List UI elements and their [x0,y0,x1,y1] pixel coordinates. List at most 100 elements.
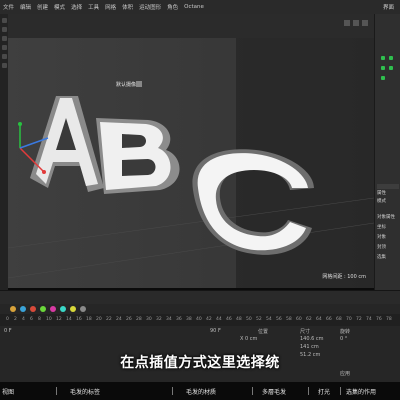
timeline-ticks[interactable]: 0 2 4 6 8 10 12 14 16 18 20 22 24 26 28 … [0,314,400,326]
rotate-tool-icon[interactable] [1,36,7,41]
viewport-toolbar [8,14,374,38]
camera-icon[interactable] [136,81,142,87]
tick-label: 28 [136,317,142,322]
tick-label: 78 [386,317,392,322]
render-dot-icon[interactable] [389,66,393,70]
grid-spacing-info: 网格间距 : 100 cm [322,274,366,280]
tag-icon[interactable] [50,306,56,312]
tick-label: 14 [66,317,72,322]
chapter-multilayer-hair[interactable]: 多層毛发 [262,387,286,396]
deform-icon[interactable] [60,306,66,312]
record-icon[interactable] [30,306,36,312]
timeline-bar[interactable] [0,290,400,305]
tick-label: 36 [176,317,182,322]
view-icon-1[interactable] [344,20,350,26]
x-position-field[interactable]: X 0 cm [240,336,257,342]
tick-label: 20 [96,317,102,322]
menu-item-octane[interactable]: Octane [181,4,207,10]
play-icon[interactable] [40,306,46,312]
motion-icon[interactable] [20,306,26,312]
menu-item-file[interactable]: 文件 [0,3,17,11]
menu-item-tools[interactable]: 工具 [85,3,102,11]
panel-label-selection[interactable]: 选集 [377,254,386,260]
menu-item-edit[interactable]: 编辑 [17,3,34,11]
view-icon-2[interactable] [353,20,359,26]
layout-label[interactable]: 界面 [383,3,400,11]
tick-label: 16 [76,317,82,322]
tick-label: 10 [46,317,52,322]
panel-label-mode[interactable]: 模式 [377,198,386,204]
scale-tool-icon[interactable] [1,27,7,32]
current-frame-field[interactable]: 0 F [4,328,12,334]
size-y-field[interactable]: 141 cm [300,344,319,350]
menu-item-mograph[interactable]: 运动图形 [136,3,164,11]
bottom-chapter-nav: 视图 毛发的标签 毛发的材质 多層毛发 打光 选集的作用 [0,382,400,400]
tick-label: 50 [246,317,252,322]
tick-label: 64 [316,317,322,322]
tick-label: 4 [22,317,25,322]
chapter-view[interactable]: 视图 [2,387,14,396]
tick-label: 60 [296,317,302,322]
rotation-field[interactable]: 0 ° [340,336,347,342]
panel-label-object[interactable]: 对象 [377,234,386,240]
chapter-hair-material[interactable]: 毛发的材质 [186,387,216,396]
panel-label-coords[interactable]: 坐标 [377,224,386,230]
menu-item-character[interactable]: 角色 [164,3,181,11]
size-x-field[interactable]: 140.6 cm [300,336,324,342]
move-tool-icon[interactable] [1,18,7,23]
tick-label: 8 [38,317,41,322]
divider [172,387,173,395]
frame-end-field[interactable]: 90 F [210,328,221,334]
divider [56,387,57,395]
menu-item-select[interactable]: 选择 [68,3,85,11]
menu-item-mode[interactable]: 模式 [51,3,68,11]
tick-label: 62 [306,317,312,322]
subtitle-caption: 在点插值方式这里选择统 [120,355,280,371]
tick-label: 0 [6,317,9,322]
label-rotation: 旋转 [340,329,351,335]
panel-row [377,184,399,189]
visible-dot-icon[interactable] [381,66,385,70]
left-toolbar [0,14,8,294]
chapter-lighting[interactable]: 打光 [318,387,330,396]
tick-label: 76 [376,317,382,322]
visible-dot-icon[interactable] [381,76,385,80]
tick-label: 44 [216,317,222,322]
polygons-mode-icon[interactable] [1,63,7,68]
menu-bar: 文件 编辑 创建 模式 选择 工具 网格 体积 运动图形 角色 Octane 界… [0,0,400,14]
view-icon-3[interactable] [362,20,368,26]
app-window: 文件 编辑 创建 模式 选择 工具 网格 体积 运动图形 角色 Octane 界… [0,0,400,400]
visible-dot-icon[interactable] [381,56,385,60]
tick-label: 68 [336,317,342,322]
menu-item-volume[interactable]: 体积 [119,3,136,11]
chapter-selection-use[interactable]: 选集的作用 [346,387,376,396]
tick-label: 34 [166,317,172,322]
camera-small-icon[interactable] [80,306,86,312]
viewport[interactable]: 默认摄像机 网格间距 : 100 cm [8,38,374,288]
label-size: 尺寸 [300,329,311,335]
tick-label: 26 [126,317,132,322]
points-mode-icon[interactable] [1,45,7,50]
tick-label: 38 [186,317,192,322]
tick-label: 42 [206,317,212,322]
edges-mode-icon[interactable] [1,54,7,59]
label-position: 位置 [258,329,269,335]
timeline-icons [0,304,400,314]
letter-b [96,118,180,194]
tick-label: 66 [326,317,332,322]
panel-label-object-props: 对象属性 [377,215,395,220]
tick-label: 6 [30,317,33,322]
panel-label-attributes[interactable]: 属性 [377,190,386,196]
keyframe-icon[interactable] [10,306,16,312]
chapter-hair-tag[interactable]: 毛发的标签 [70,387,100,396]
menu-item-mesh[interactable]: 网格 [102,3,119,11]
tick-label: 40 [196,317,202,322]
light-icon[interactable] [70,306,76,312]
render-dot-icon[interactable] [389,56,393,60]
tick-label: 72 [356,317,362,322]
panel-label-caps[interactable]: 封顶 [377,244,386,250]
menu-item-create[interactable]: 创建 [34,3,51,11]
tick-label: 12 [56,317,62,322]
divider [252,387,253,395]
tick-label: 32 [156,317,162,322]
